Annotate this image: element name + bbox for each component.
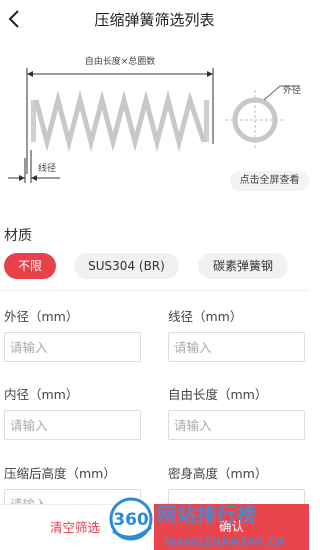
bottom-action-bar: 清空筛选 确认 xyxy=(0,504,309,550)
spring-coil xyxy=(33,90,207,152)
material-option-any[interactable]: 不限 xyxy=(4,253,56,279)
outer-diameter-input[interactable] xyxy=(4,332,141,362)
confirm-button[interactable]: 确认 xyxy=(154,504,309,550)
page-title: 压缩弹簧筛选列表 xyxy=(94,11,215,29)
free-length-label: 自由长度×总圈数 xyxy=(85,55,156,67)
divider xyxy=(0,290,309,291)
inner-diameter-field-label: 内径（mm） xyxy=(4,387,79,402)
wire-diameter-label: 线径 xyxy=(38,162,56,174)
material-option-carbon-spring-steel[interactable]: 碳素弹簧钢 xyxy=(198,253,288,279)
solid-height-field-label: 密身高度（mm） xyxy=(168,466,268,481)
wire-diameter-input[interactable] xyxy=(168,332,305,362)
free-length-input[interactable] xyxy=(168,410,305,440)
material-option-sus304[interactable]: SUS304 (BR) xyxy=(74,253,179,279)
clear-filter-button[interactable]: 清空筛选 xyxy=(0,504,154,550)
compressed-height-field-label: 压缩后高度（mm） xyxy=(4,466,116,481)
free-length-field-label: 自由长度（mm） xyxy=(168,387,268,402)
wire-diameter-field-label: 线径（mm） xyxy=(168,309,243,324)
outer-diameter-label: 外径 xyxy=(283,84,301,96)
material-section-title: 材质 xyxy=(4,228,32,244)
top-bar: 压缩弹簧筛选列表 xyxy=(0,0,309,38)
outer-diameter-field-label: 外径（mm） xyxy=(4,309,79,324)
fullscreen-view-button[interactable]: 点击全屏查看 xyxy=(230,171,309,191)
inner-diameter-input[interactable] xyxy=(4,410,141,440)
